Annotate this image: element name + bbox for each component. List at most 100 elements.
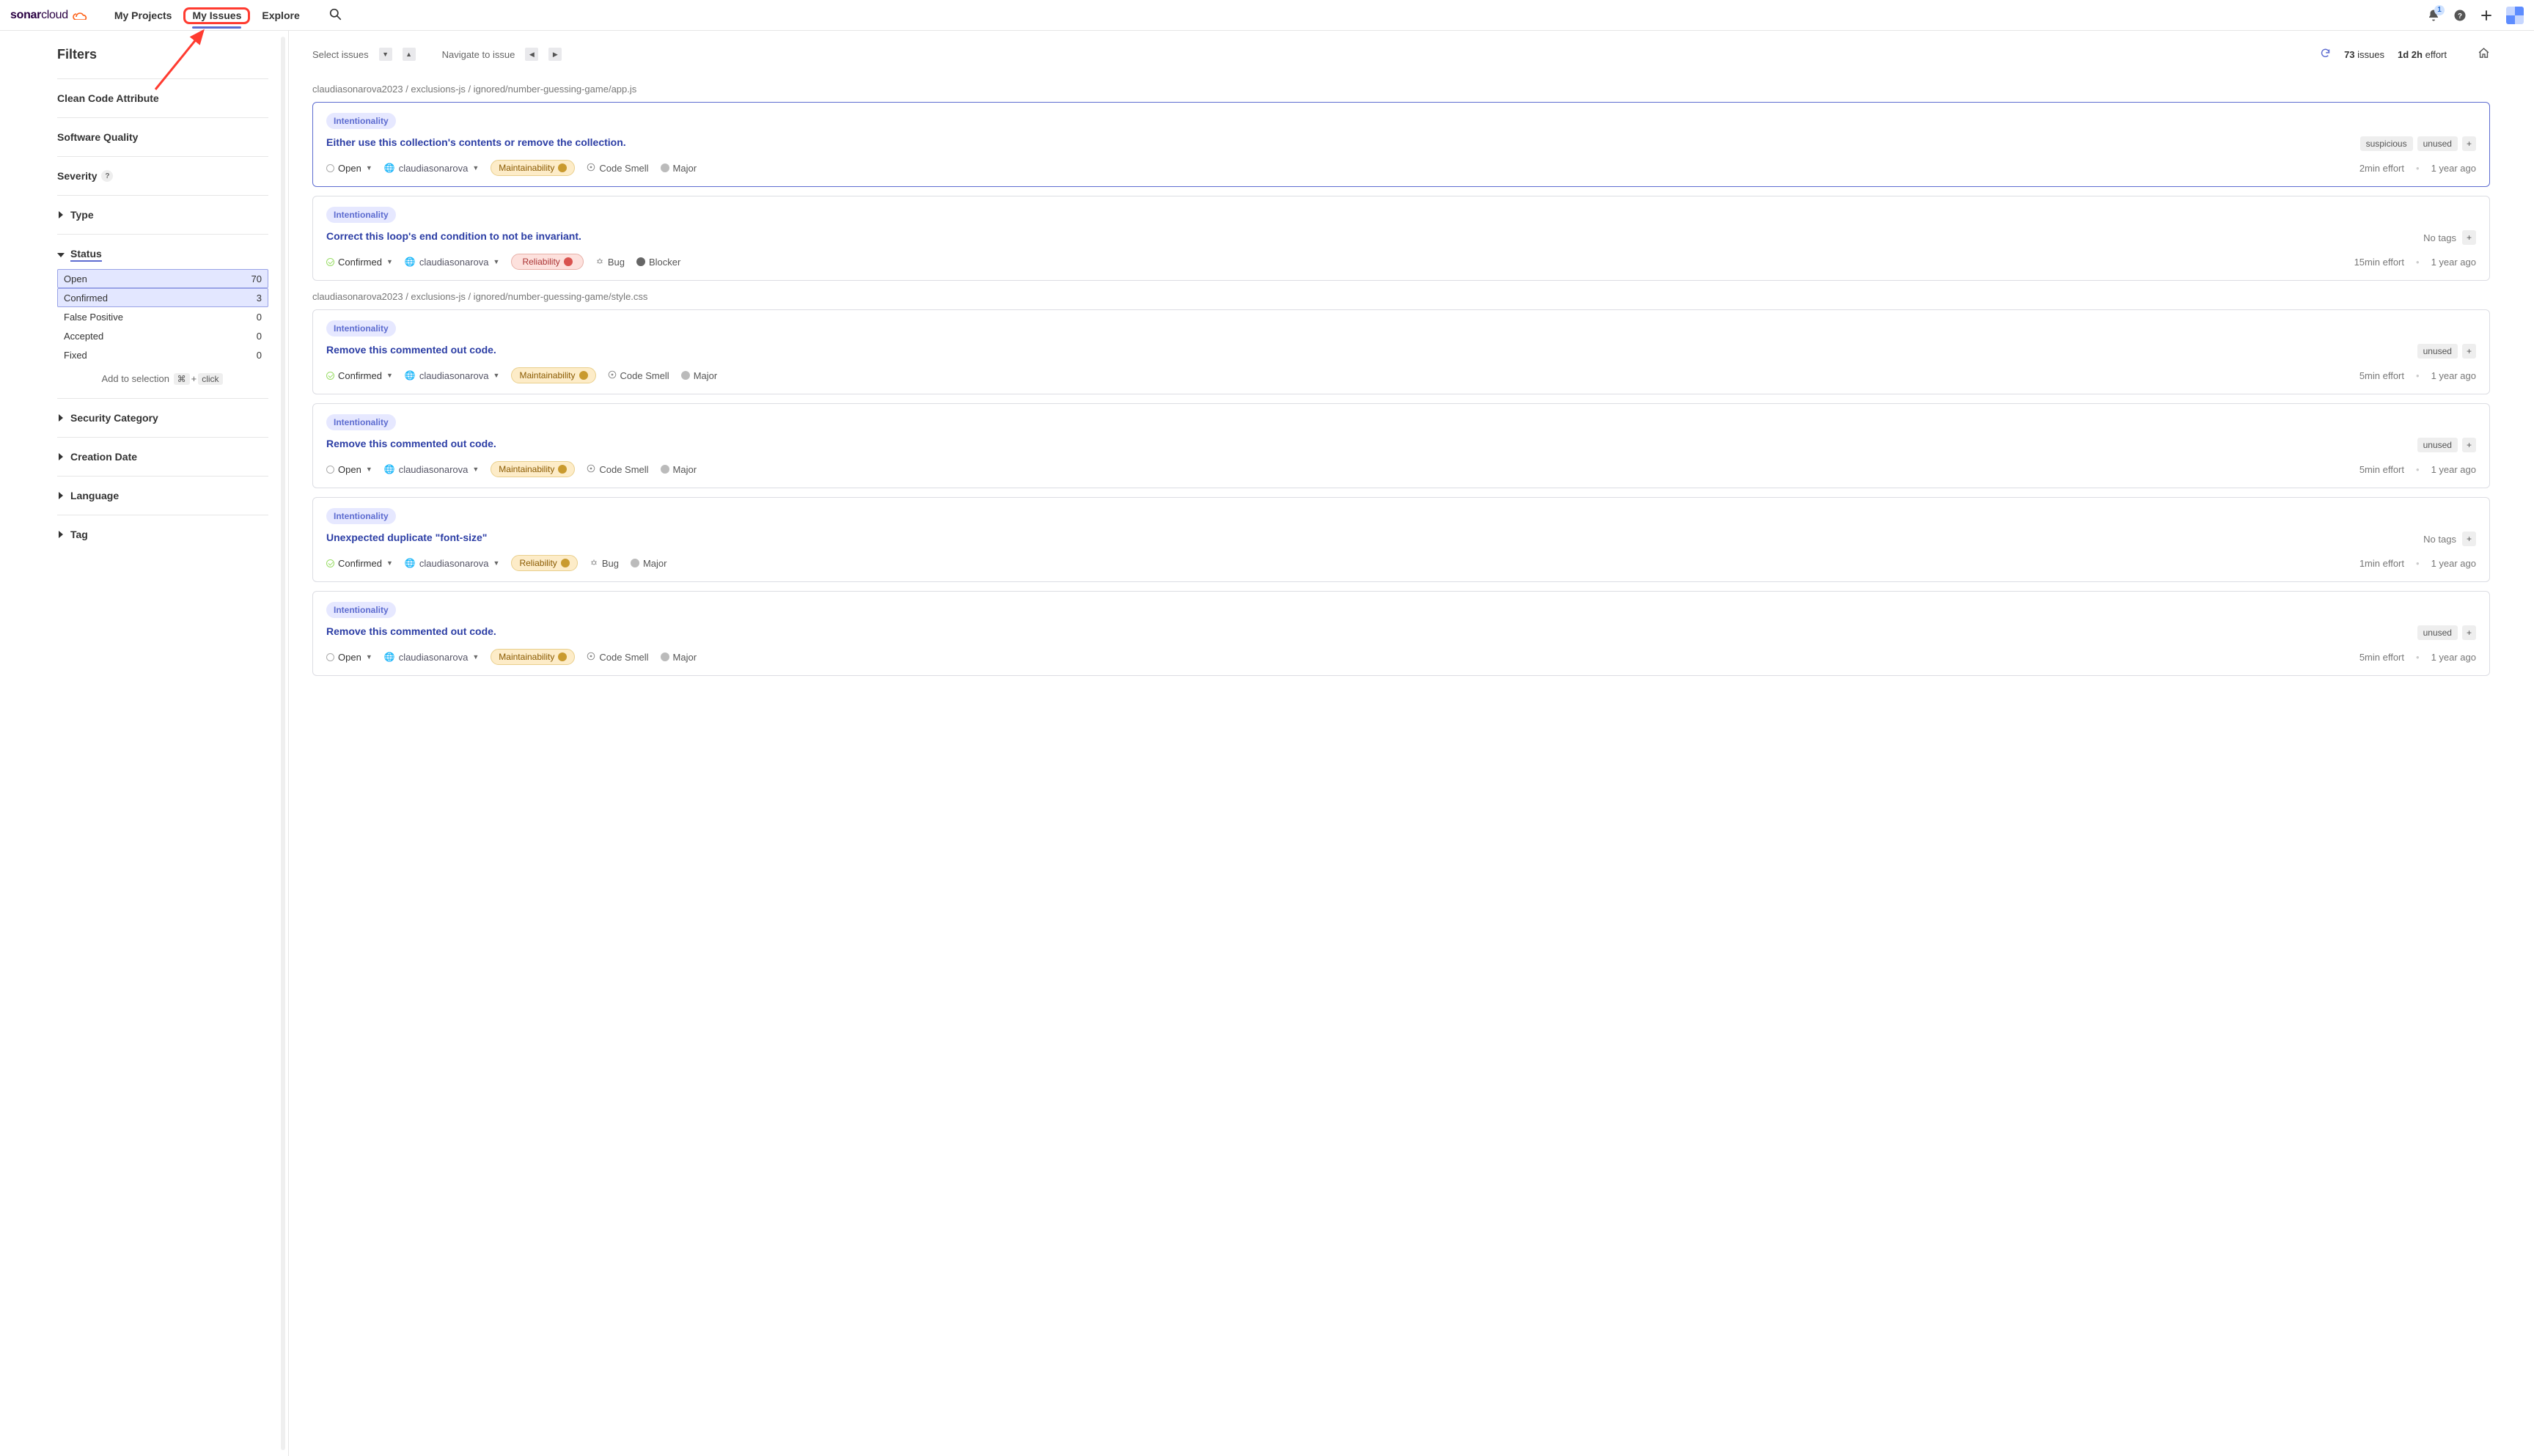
issue-card[interactable]: Intentionality Remove this commented out … — [312, 403, 2490, 488]
scrollbar[interactable] — [281, 37, 285, 1450]
status-open[interactable]: Open70 — [57, 269, 268, 288]
search-icon[interactable] — [326, 5, 345, 26]
issue-card[interactable]: Intentionality Remove this commented out … — [312, 591, 2490, 676]
separator: • — [2416, 163, 2420, 174]
attribute-chip[interactable]: Intentionality — [326, 508, 396, 524]
avatar[interactable] — [2506, 7, 2524, 24]
add-tag-button[interactable]: + — [2462, 136, 2476, 151]
issue-title[interactable]: Unexpected duplicate "font-size" — [326, 532, 2410, 543]
author-dropdown[interactable]: 🌐claudiasonarova▼ — [384, 163, 480, 174]
filter-toggle[interactable]: Type — [57, 209, 268, 221]
add-tag-button[interactable]: + — [2462, 625, 2476, 640]
status-confirmed[interactable]: Confirmed3 — [57, 288, 268, 307]
attribute-chip[interactable]: Intentionality — [326, 602, 396, 618]
filter-toggle[interactable]: Tag — [57, 529, 268, 540]
author-dropdown[interactable]: 🌐claudiasonarova▼ — [405, 370, 500, 381]
nav-my-projects[interactable]: My Projects — [114, 1, 172, 29]
author-dropdown[interactable]: 🌐claudiasonarova▼ — [405, 558, 500, 569]
filter-label: Severity — [57, 170, 97, 182]
quality-label: Maintainability — [499, 163, 554, 173]
tag[interactable]: unused — [2417, 625, 2458, 640]
chevron-down-icon: ▼ — [472, 653, 479, 661]
status-text: Open — [338, 163, 361, 174]
chevron-down-icon: ▼ — [493, 258, 500, 265]
issue-title[interactable]: Remove this commented out code. — [326, 438, 2404, 449]
attribute-chip[interactable]: Intentionality — [326, 320, 396, 337]
help-icon[interactable]: ? — [101, 170, 113, 182]
refresh-icon[interactable] — [2320, 48, 2331, 61]
filter-language: Language — [57, 476, 268, 515]
status-false-positive[interactable]: False Positive0 — [57, 307, 268, 326]
filter-clean-code-attribute: Clean Code Attribute — [57, 78, 268, 117]
nav-prev-button[interactable]: ◀ — [525, 48, 538, 61]
status-dropdown[interactable]: Open▼ — [326, 464, 372, 475]
home-icon[interactable] — [2478, 47, 2490, 62]
quality-pill[interactable]: Reliability — [511, 254, 583, 270]
add-icon[interactable] — [2480, 9, 2493, 22]
issue-title[interactable]: Correct this loop's end condition to not… — [326, 230, 2410, 242]
path-header[interactable]: claudiasonarova2023 / exclusions-js / ig… — [312, 291, 2490, 302]
quality-pill[interactable]: Maintainability — [511, 367, 595, 383]
status-dropdown[interactable]: Confirmed▼ — [326, 370, 393, 381]
quality-pill[interactable]: Maintainability — [491, 461, 575, 477]
tag[interactable]: suspicious — [2360, 136, 2413, 151]
author-dropdown[interactable]: 🌐claudiasonarova▼ — [405, 257, 500, 268]
notifications-icon[interactable]: 1 — [2427, 9, 2440, 22]
status-dropdown[interactable]: Confirmed▼ — [326, 558, 393, 569]
logo[interactable]: sonarcloud — [10, 8, 88, 22]
quality-pill[interactable]: Reliability — [511, 555, 577, 571]
issue-title[interactable]: Remove this commented out code. — [326, 625, 2404, 637]
status-dropdown[interactable]: Open▼ — [326, 652, 372, 663]
status-label: Open — [64, 273, 87, 284]
notif-badge: 1 — [2434, 5, 2445, 15]
filter-toggle[interactable]: Security Category — [57, 412, 268, 424]
filter-toggle[interactable]: Software Quality — [57, 131, 268, 143]
status-count: 3 — [257, 293, 262, 304]
effort: 1min effort — [2359, 558, 2404, 569]
effort: 5min effort — [2359, 370, 2404, 381]
quality-pill[interactable]: Maintainability — [491, 649, 575, 665]
status-icon — [326, 466, 334, 474]
issue-card[interactable]: Intentionality Remove this commented out … — [312, 309, 2490, 394]
attribute-chip[interactable]: Intentionality — [326, 207, 396, 223]
nav-my-issues[interactable]: My Issues — [192, 1, 241, 29]
status-text: Open — [338, 652, 361, 663]
filter-toggle[interactable]: Language — [57, 490, 268, 501]
nav-next-button[interactable]: ▶ — [548, 48, 562, 61]
sidebar: Filters Clean Code AttributeSoftware Qua… — [0, 31, 289, 1456]
nav-explore[interactable]: Explore — [262, 1, 299, 29]
status-fixed[interactable]: Fixed0 — [57, 345, 268, 364]
author-dropdown[interactable]: 🌐claudiasonarova▼ — [384, 464, 480, 475]
tag[interactable]: unused — [2417, 438, 2458, 452]
filter-toggle[interactable]: Clean Code Attribute — [57, 92, 268, 104]
type-label: Code Smell — [599, 464, 648, 475]
tag[interactable]: unused — [2417, 136, 2458, 151]
globe-icon: 🌐 — [384, 464, 395, 474]
issue-card[interactable]: Intentionality Either use this collection… — [312, 102, 2490, 187]
quality-pill[interactable]: Maintainability — [491, 160, 575, 176]
issue-title[interactable]: Either use this collection's contents or… — [326, 136, 2347, 148]
select-up-button[interactable]: ▲ — [403, 48, 416, 61]
status-dropdown[interactable]: Confirmed▼ — [326, 257, 393, 268]
filter-toggle[interactable]: Severity? — [57, 170, 268, 182]
issue-card[interactable]: Intentionality Unexpected duplicate "font… — [312, 497, 2490, 582]
issue-title[interactable]: Remove this commented out code. — [326, 344, 2404, 356]
filter-status-toggle[interactable]: Status — [57, 248, 268, 262]
add-tag-button[interactable]: + — [2462, 230, 2476, 245]
filter-toggle[interactable]: Creation Date — [57, 451, 268, 463]
navigate-label: Navigate to issue — [442, 49, 515, 60]
help-icon[interactable]: ? — [2453, 9, 2467, 22]
status-accepted[interactable]: Accepted0 — [57, 326, 268, 345]
add-tag-button[interactable]: + — [2462, 344, 2476, 359]
path-header[interactable]: claudiasonarova2023 / exclusions-js / ig… — [312, 84, 2490, 95]
attribute-chip[interactable]: Intentionality — [326, 414, 396, 430]
author-dropdown[interactable]: 🌐claudiasonarova▼ — [384, 652, 480, 663]
issue-card[interactable]: Intentionality Correct this loop's end co… — [312, 196, 2490, 281]
tag[interactable]: unused — [2417, 344, 2458, 359]
add-tag-button[interactable]: + — [2462, 438, 2476, 452]
age: 1 year ago — [2431, 370, 2476, 381]
attribute-chip[interactable]: Intentionality — [326, 113, 396, 129]
select-down-button[interactable]: ▼ — [379, 48, 392, 61]
status-dropdown[interactable]: Open▼ — [326, 163, 372, 174]
add-tag-button[interactable]: + — [2462, 532, 2476, 546]
